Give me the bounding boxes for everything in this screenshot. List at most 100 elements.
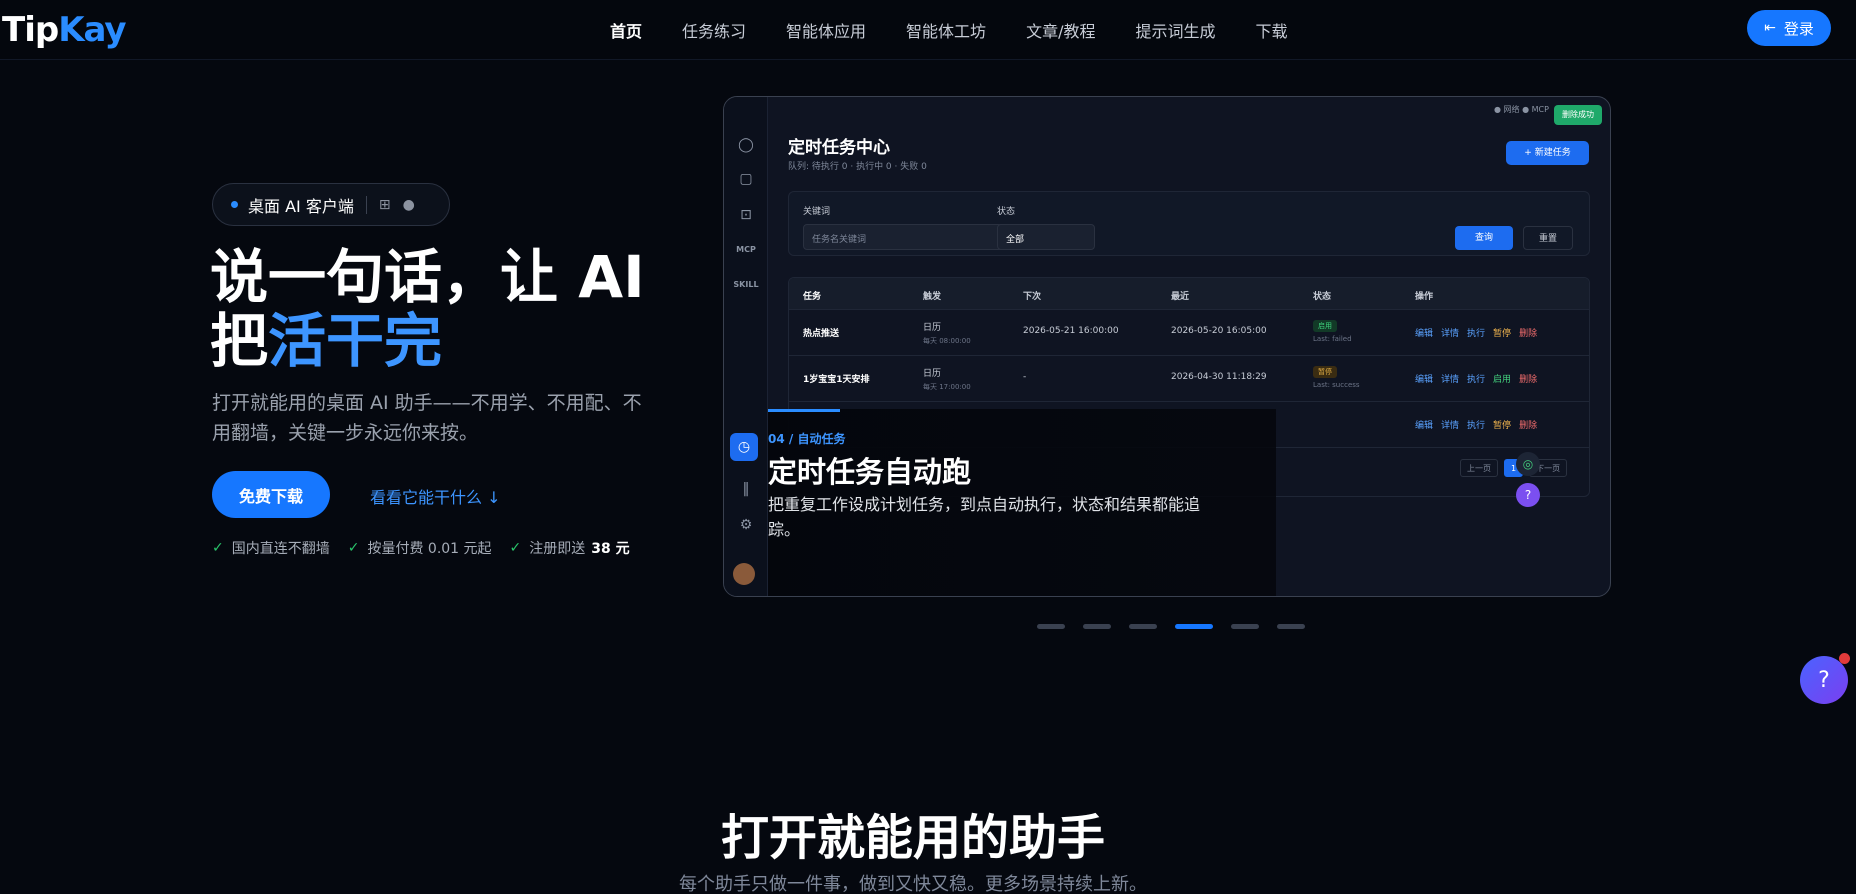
- cell-status: 启用 Last: failed: [1313, 320, 1352, 343]
- check-icon: ✓: [347, 540, 360, 556]
- hero-subtitle: 打开就能用的桌面 AI 助手——不用学、不用配、不用翻墙，关键一步永远你来按。: [212, 392, 642, 444]
- bag-icon: ▢: [739, 171, 753, 187]
- query-button: 查询: [1455, 226, 1513, 250]
- cell-task: 热点推送: [803, 329, 840, 339]
- carousel-dot[interactable]: [1083, 624, 1111, 629]
- trigger-sub: 每天 08:00:00: [923, 337, 971, 345]
- nav-item-prompt-generator[interactable]: 提示词生成: [1135, 18, 1215, 42]
- col-header: 触发: [923, 292, 942, 302]
- see-features-link[interactable]: 看看它能干什么 ↓: [370, 484, 501, 508]
- app-preview-screenshot: ◯ ▢ ⊡ MCP SKILL ◷ ‖ ⚙ ● 网络 ● MCP 删除成功 定时…: [723, 96, 1611, 597]
- pause-link: 暂停: [1493, 421, 1512, 431]
- status-sub: Last: failed: [1313, 335, 1352, 343]
- preview-title: 定时任务中心: [788, 138, 890, 158]
- main-nav: 首页 任务练习 智能体应用 智能体工坊 文章/教程 提示词生成 下载: [610, 18, 1328, 42]
- login-label: 登录: [1783, 19, 1814, 38]
- hero-title: 说一句话，让 AI 把活干完: [210, 245, 670, 373]
- perk-text: 注册即送: [529, 541, 586, 557]
- apple-icon: ●: [402, 196, 415, 213]
- carousel-dots: [1037, 624, 1323, 629]
- run-link: 执行: [1467, 375, 1486, 385]
- status-label: 状态: [997, 207, 1016, 217]
- table-row: 1岁宝宝1天安排 日历 每天 17:00:00 - 2026-04-30 11:1…: [789, 356, 1589, 402]
- windows-icon: ⊞: [378, 196, 391, 213]
- perk-text: 按量付费 0.01 元起: [367, 541, 492, 557]
- run-link: 执行: [1467, 421, 1486, 431]
- gear-icon: ⚙: [739, 517, 753, 533]
- carousel-dot[interactable]: [1037, 624, 1065, 629]
- col-header: 下次: [1023, 292, 1042, 302]
- carousel-dot[interactable]: [1129, 624, 1157, 629]
- delete-link: 删除: [1519, 421, 1538, 431]
- nav-item-articles[interactable]: 文章/教程: [1026, 18, 1095, 42]
- cell-last: 2026-05-20 16:05:00: [1171, 326, 1267, 336]
- new-task-button: + 新建任务: [1506, 141, 1589, 165]
- nav-item-home[interactable]: 首页: [610, 18, 642, 42]
- login-button[interactable]: ⇤ 登录: [1747, 10, 1831, 46]
- keyword-label: 关键词: [803, 207, 831, 217]
- preview-sidebar: ◯ ▢ ⊡ MCP SKILL ◷ ‖ ⚙: [724, 97, 768, 596]
- help-chat-button[interactable]: ?: [1800, 653, 1850, 704]
- prev-page: 上一页: [1460, 459, 1498, 477]
- perks-list: ✓ 国内直连不翻墙 ✓ 按量付费 0.01 元起 ✓ 注册即送 38 元: [212, 538, 648, 558]
- cell-ops: 编辑 详情 执行 启用 删除: [1415, 372, 1545, 385]
- free-download-button[interactable]: 免费下载: [212, 471, 330, 518]
- col-header: 状态: [1313, 292, 1332, 302]
- cell-ops: 编辑 详情 执行 暂停 删除: [1415, 418, 1545, 431]
- perk-item: ✓ 国内直连不翻墙: [212, 538, 330, 558]
- section-title: 打开就能用的助手: [720, 810, 1105, 866]
- nav-item-agent-apps[interactable]: 智能体应用: [786, 18, 866, 42]
- carousel-dot[interactable]: [1277, 624, 1305, 629]
- cell-last: 2026-04-30 11:18:29: [1171, 372, 1267, 382]
- detail-link: 详情: [1441, 375, 1460, 385]
- sidebar-skill: SKILL: [733, 280, 759, 289]
- logo-text-right: Kay: [58, 10, 126, 50]
- hero-title-line1: 说一句话，让 AI: [210, 243, 645, 311]
- trigger-value: 日历: [923, 323, 942, 333]
- cell-status: 暂停 Last: success: [1313, 366, 1360, 389]
- cell-ops: 编辑 详情 执行 暂停 删除: [1415, 326, 1545, 339]
- avatar: [733, 563, 755, 585]
- pause-link: 暂停: [1493, 329, 1512, 339]
- hero-title-highlight: 活干完: [268, 307, 443, 375]
- client-badge: 桌面 AI 客户端 ⊞ ●: [212, 183, 450, 226]
- feature-caption: 04 / 自动任务 定时任务自动跑 把重复工作设成计划任务，到点自动执行，状态和…: [768, 409, 1276, 596]
- detail-link: 详情: [1441, 329, 1460, 339]
- hero-title-prefix: 把: [210, 307, 269, 375]
- carousel-dot-active[interactable]: [1175, 624, 1213, 629]
- help-icon: ?: [1516, 483, 1540, 507]
- delete-link: 删除: [1519, 375, 1538, 385]
- edit-link: 编辑: [1415, 375, 1434, 385]
- status-badge: 启用: [1313, 320, 1337, 332]
- caption-progress-bar: [768, 409, 840, 412]
- enable-link: 启用: [1493, 375, 1512, 385]
- caption-kicker: 04 / 自动任务: [768, 432, 846, 446]
- check-icon: ✓: [212, 540, 224, 556]
- status-indicators: ● 网络 ● MCP: [1494, 105, 1549, 114]
- badge-divider: [365, 195, 367, 214]
- keyword-input: 任务名关键词: [803, 224, 1025, 250]
- sidebar-mcp: MCP: [736, 245, 756, 254]
- perk-bonus: 38 元: [591, 541, 630, 557]
- check-icon: ✓: [509, 540, 522, 556]
- timer-icon: ◎: [1516, 452, 1540, 476]
- logo-text-left: Tip: [2, 10, 59, 50]
- perk-item: ✓ 按量付费 0.01 元起: [348, 538, 492, 558]
- nav-item-task-practice[interactable]: 任务练习: [682, 18, 746, 42]
- badge-label: 桌面 AI 客户端: [248, 196, 354, 216]
- cell-next: -: [1023, 372, 1027, 382]
- edit-link: 编辑: [1415, 421, 1434, 431]
- trigger-value: 日历: [923, 369, 942, 379]
- nav-item-download[interactable]: 下载: [1255, 18, 1287, 42]
- perk-item: ✓ 注册即送 38 元: [510, 538, 630, 558]
- status-sub: Last: success: [1313, 381, 1360, 389]
- perk-text: 国内直连不翻墙: [231, 541, 330, 557]
- login-icon: ⇤: [1764, 20, 1776, 36]
- carousel-dot[interactable]: [1231, 624, 1259, 629]
- logo[interactable]: TipKay: [2, 10, 127, 50]
- edit-link: 编辑: [1415, 329, 1434, 339]
- nav-item-agent-workshop[interactable]: 智能体工坊: [906, 18, 986, 42]
- col-header: 任务: [803, 292, 822, 302]
- caption-description: 把重复工作设成计划任务，到点自动执行，状态和结果都能追踪。: [768, 495, 1201, 539]
- col-header: 操作: [1415, 292, 1434, 302]
